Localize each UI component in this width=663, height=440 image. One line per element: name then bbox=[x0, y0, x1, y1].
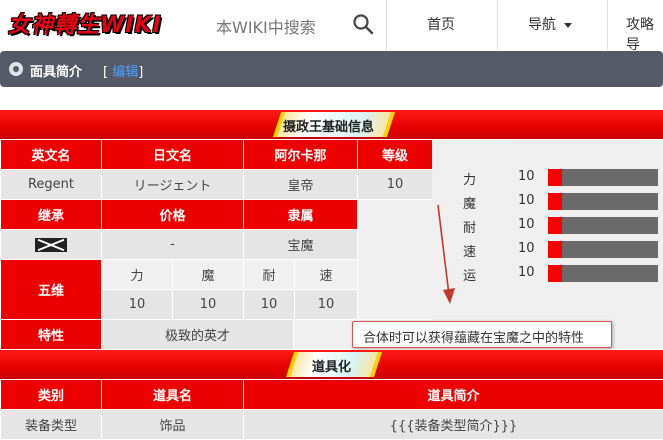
value-english-name: Regent bbox=[1, 170, 102, 200]
nav-divider bbox=[607, 0, 608, 50]
value-category: 装备类型 bbox=[1, 410, 102, 440]
header-english-name: 英文名 bbox=[1, 140, 102, 170]
header-affiliation: 隶属 bbox=[244, 200, 358, 230]
chevron-down-icon bbox=[564, 23, 572, 28]
stat-bar-row: 耐 10 bbox=[432, 215, 663, 235]
header-inherit: 继承 bbox=[1, 200, 102, 230]
header-stats: 五维 bbox=[1, 260, 102, 320]
nav-divider bbox=[497, 0, 498, 50]
stat-value-endurance: 10 bbox=[244, 290, 295, 320]
banner-title: 摄政王基础信息 bbox=[283, 116, 374, 135]
value-price: - bbox=[102, 230, 244, 260]
value-trait[interactable]: 极致的英才 bbox=[102, 320, 294, 350]
nav-guide-label: 导航 bbox=[528, 17, 556, 33]
stat-bar-fill bbox=[548, 169, 562, 186]
value-arcana: 皇帝 bbox=[244, 170, 358, 200]
stat-bar-fill bbox=[548, 241, 562, 258]
info-table: 英文名 日文名 阿尔卡那 等级 Regent リージェント 皇帝 10 继承 价… bbox=[0, 139, 433, 320]
stat-bar bbox=[548, 217, 658, 234]
header-item-desc: 道具简介 bbox=[244, 380, 663, 410]
logo-text: 女神轉生WIKI bbox=[8, 7, 162, 39]
inherit-icon bbox=[35, 238, 67, 252]
stats-panel: 力 10 魔 10 耐 10 速 10 运 10 bbox=[432, 140, 663, 347]
stat-bar-value: 10 bbox=[518, 265, 535, 280]
gear-icon bbox=[9, 62, 23, 76]
search-input[interactable]: 本WIKI中搜索 bbox=[216, 14, 316, 38]
section-edit: [ 编辑] bbox=[103, 61, 143, 80]
stat-bar bbox=[548, 265, 658, 282]
top-header: 女神轉生WIKI 本WIKI中搜索 首页 导航 攻略导 bbox=[0, 0, 663, 50]
stat-bar-value: 10 bbox=[518, 217, 535, 232]
value-item-desc: {{{装备类型简介}}} bbox=[244, 410, 663, 440]
stat-bar-label: 耐 bbox=[463, 217, 476, 236]
header-japanese-name: 日文名 bbox=[102, 140, 244, 170]
stat-bar-label: 速 bbox=[463, 241, 476, 260]
section-title: 面具简介 bbox=[30, 61, 82, 80]
header-arcana: 阿尔卡那 bbox=[244, 140, 358, 170]
stat-bar-value: 10 bbox=[518, 169, 535, 184]
value-item-name: 饰品 bbox=[102, 410, 244, 440]
header-level: 等级 bbox=[358, 140, 433, 170]
value-japanese-name: リージェント bbox=[102, 170, 244, 200]
stat-bar-fill bbox=[548, 217, 562, 234]
stat-bar-label: 运 bbox=[463, 265, 476, 284]
banner-title: 道具化 bbox=[312, 356, 351, 375]
tooltip-text: 合体时可以获得蕴藏在宝魔之中的特性 bbox=[363, 327, 584, 346]
stat-bar-fill bbox=[548, 193, 562, 210]
stat-value-agility: 10 bbox=[295, 290, 358, 320]
site-logo[interactable]: 女神轉生WIKI bbox=[8, 6, 162, 40]
section-header: 面具简介 [ 编辑] bbox=[0, 51, 663, 87]
stat-value-strength: 10 bbox=[102, 290, 173, 320]
stat-bar-row: 速 10 bbox=[432, 239, 663, 259]
nav-guide-dropdown[interactable]: 导航 bbox=[528, 14, 572, 34]
header-item-name: 道具名 bbox=[102, 380, 244, 410]
nav-home[interactable]: 首页 bbox=[427, 14, 455, 34]
empty-cell bbox=[358, 200, 433, 320]
header-price: 价格 bbox=[102, 200, 244, 230]
stat-bar bbox=[548, 169, 658, 186]
value-inherit bbox=[1, 230, 102, 260]
stat-bar-label: 力 bbox=[463, 169, 476, 188]
stat-bar-row: 运 10 bbox=[432, 263, 663, 283]
stat-name-endurance: 耐 bbox=[244, 260, 295, 290]
stat-bar-label: 魔 bbox=[463, 193, 476, 212]
stat-bar-value: 10 bbox=[518, 193, 535, 208]
header-trait: 特性 bbox=[1, 320, 102, 350]
trait-tooltip: 合体时可以获得蕴藏在宝魔之中的特性 bbox=[352, 321, 612, 348]
stat-bar bbox=[548, 193, 658, 210]
stat-name-strength: 力 bbox=[102, 260, 173, 290]
stat-bar-fill bbox=[548, 265, 562, 282]
header-category: 类别 bbox=[1, 380, 102, 410]
stat-value-magic: 10 bbox=[173, 290, 244, 320]
value-affiliation: 宝魔 bbox=[244, 230, 358, 260]
edit-link[interactable]: 编辑 bbox=[112, 65, 138, 80]
stat-name-magic: 魔 bbox=[173, 260, 244, 290]
value-level: 10 bbox=[358, 170, 433, 200]
banner-itemization: 道具化 bbox=[0, 350, 663, 379]
stat-bar bbox=[548, 241, 658, 258]
stat-bar-row: 力 10 bbox=[432, 167, 663, 187]
stat-bar-value: 10 bbox=[518, 241, 535, 256]
nav-divider bbox=[386, 0, 387, 50]
search-icon[interactable] bbox=[352, 13, 374, 35]
annotation-arrow-icon bbox=[432, 200, 462, 310]
stat-bar-row: 魔 10 bbox=[432, 191, 663, 211]
banner-basic-info: 摄政王基础信息 bbox=[0, 110, 663, 139]
stat-name-agility: 速 bbox=[295, 260, 358, 290]
item-table: 类别 道具名 道具简介 装备类型 饰品 {{{装备类型简介}}} bbox=[0, 379, 663, 440]
nav-walkthrough[interactable]: 攻略导 bbox=[626, 14, 663, 54]
